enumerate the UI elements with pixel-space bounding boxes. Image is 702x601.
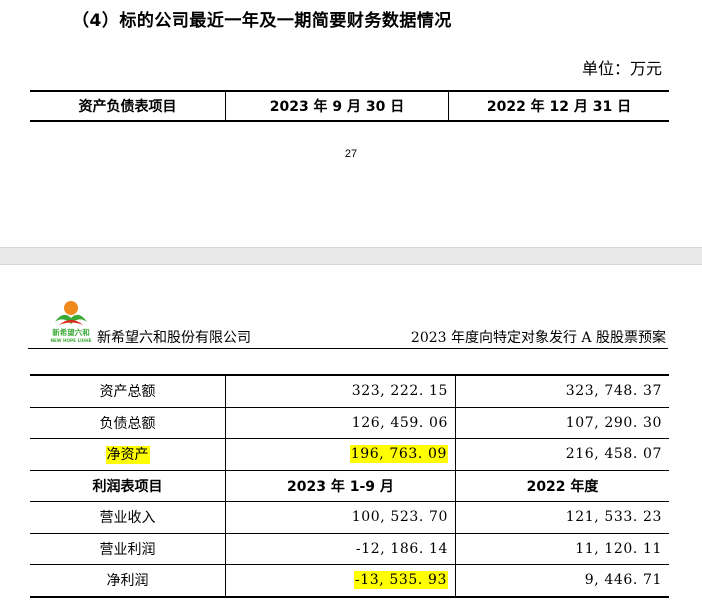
section-heading: （4）标的公司最近一年及一期简要财务数据情况 (72, 11, 452, 31)
company-logo-icon: 新希望六和 NEW HOPE LIUHE (51, 301, 92, 343)
value-2023: 100, 523. 70 (225, 501, 456, 533)
value-2022: 323, 748. 37 (455, 374, 669, 407)
row-label-cell: 净资产 (30, 438, 226, 470)
income-header-item: 利润表项目 (30, 469, 226, 502)
row-label: 净利润 (30, 564, 226, 598)
financial-data-table: 资产总额 323, 222. 15 323, 748. 37 负债总额 126,… (30, 374, 669, 598)
table-row: 净利润 -13, 535. 93 9, 446. 71 (30, 564, 669, 598)
highlighted-label: 净资产 (105, 446, 150, 465)
table-row: 负债总额 126, 459. 06 107, 290. 30 (30, 406, 669, 439)
value-2023-cell: -13, 535. 93 (225, 564, 456, 598)
value-2022: 107, 290. 30 (455, 406, 669, 439)
table-row: 营业利润 -12, 186. 14 11, 120. 11 (30, 532, 669, 565)
logo-red-arc (59, 320, 83, 325)
table-row: 资产总额 323, 222. 15 323, 748. 37 (30, 374, 669, 407)
highlighted-value: -13, 535. 93 (353, 571, 448, 590)
table-header-row: 资产负债表项目 2023 年 9 月 30 日 2022 年 12 月 31 日 (30, 90, 669, 122)
logo-text: 新希望六和 (52, 327, 90, 337)
value-2022: 121, 533. 23 (455, 501, 669, 533)
page-separator (0, 247, 702, 265)
value-2022: 11, 120. 11 (455, 532, 669, 565)
table-row: 净资产 196, 763. 09 216, 458. 07 (30, 438, 669, 470)
column-header-2023: 2023 年 9 月 30 日 (225, 90, 449, 122)
highlighted-value: 196, 763. 09 (349, 445, 448, 464)
row-label: 营业收入 (30, 501, 226, 533)
unit-label: 单位：万元 (581, 59, 662, 78)
column-header-2022: 2022 年 12 月 31 日 (448, 90, 669, 122)
value-2022: 216, 458. 07 (455, 438, 669, 470)
balance-sheet-header-table: 资产负债表项目 2023 年 9 月 30 日 2022 年 12 月 31 日 (30, 90, 669, 122)
value-2023: -12, 186. 14 (225, 532, 456, 565)
row-label: 营业利润 (30, 532, 226, 565)
income-header-row: 利润表项目 2023 年 1-9 月 2022 年度 (30, 469, 669, 502)
logo-subtext: NEW HOPE LIUHE (51, 338, 92, 343)
value-2023-cell: 196, 763. 09 (225, 438, 456, 470)
company-name: 新希望六和股份有限公司 (97, 330, 251, 346)
column-header-item: 资产负债表项目 (30, 90, 226, 122)
logo-leaves (55, 314, 87, 324)
page-number: 27 (344, 148, 358, 160)
row-label: 负债总额 (30, 406, 226, 439)
row-label: 资产总额 (30, 374, 226, 407)
value-2023: 323, 222. 15 (225, 374, 456, 407)
value-2022: 9, 446. 71 (455, 564, 669, 598)
value-2023: 126, 459. 06 (225, 406, 456, 439)
logo-sun (64, 301, 78, 315)
document-title: 2023 年度向特定对象发行 A 股股票预案 (410, 330, 666, 346)
table-row: 营业收入 100, 523. 70 121, 533. 23 (30, 501, 669, 533)
header-rule (28, 348, 668, 349)
income-header-2023: 2023 年 1-9 月 (225, 469, 456, 502)
income-header-2022: 2022 年度 (455, 469, 669, 502)
